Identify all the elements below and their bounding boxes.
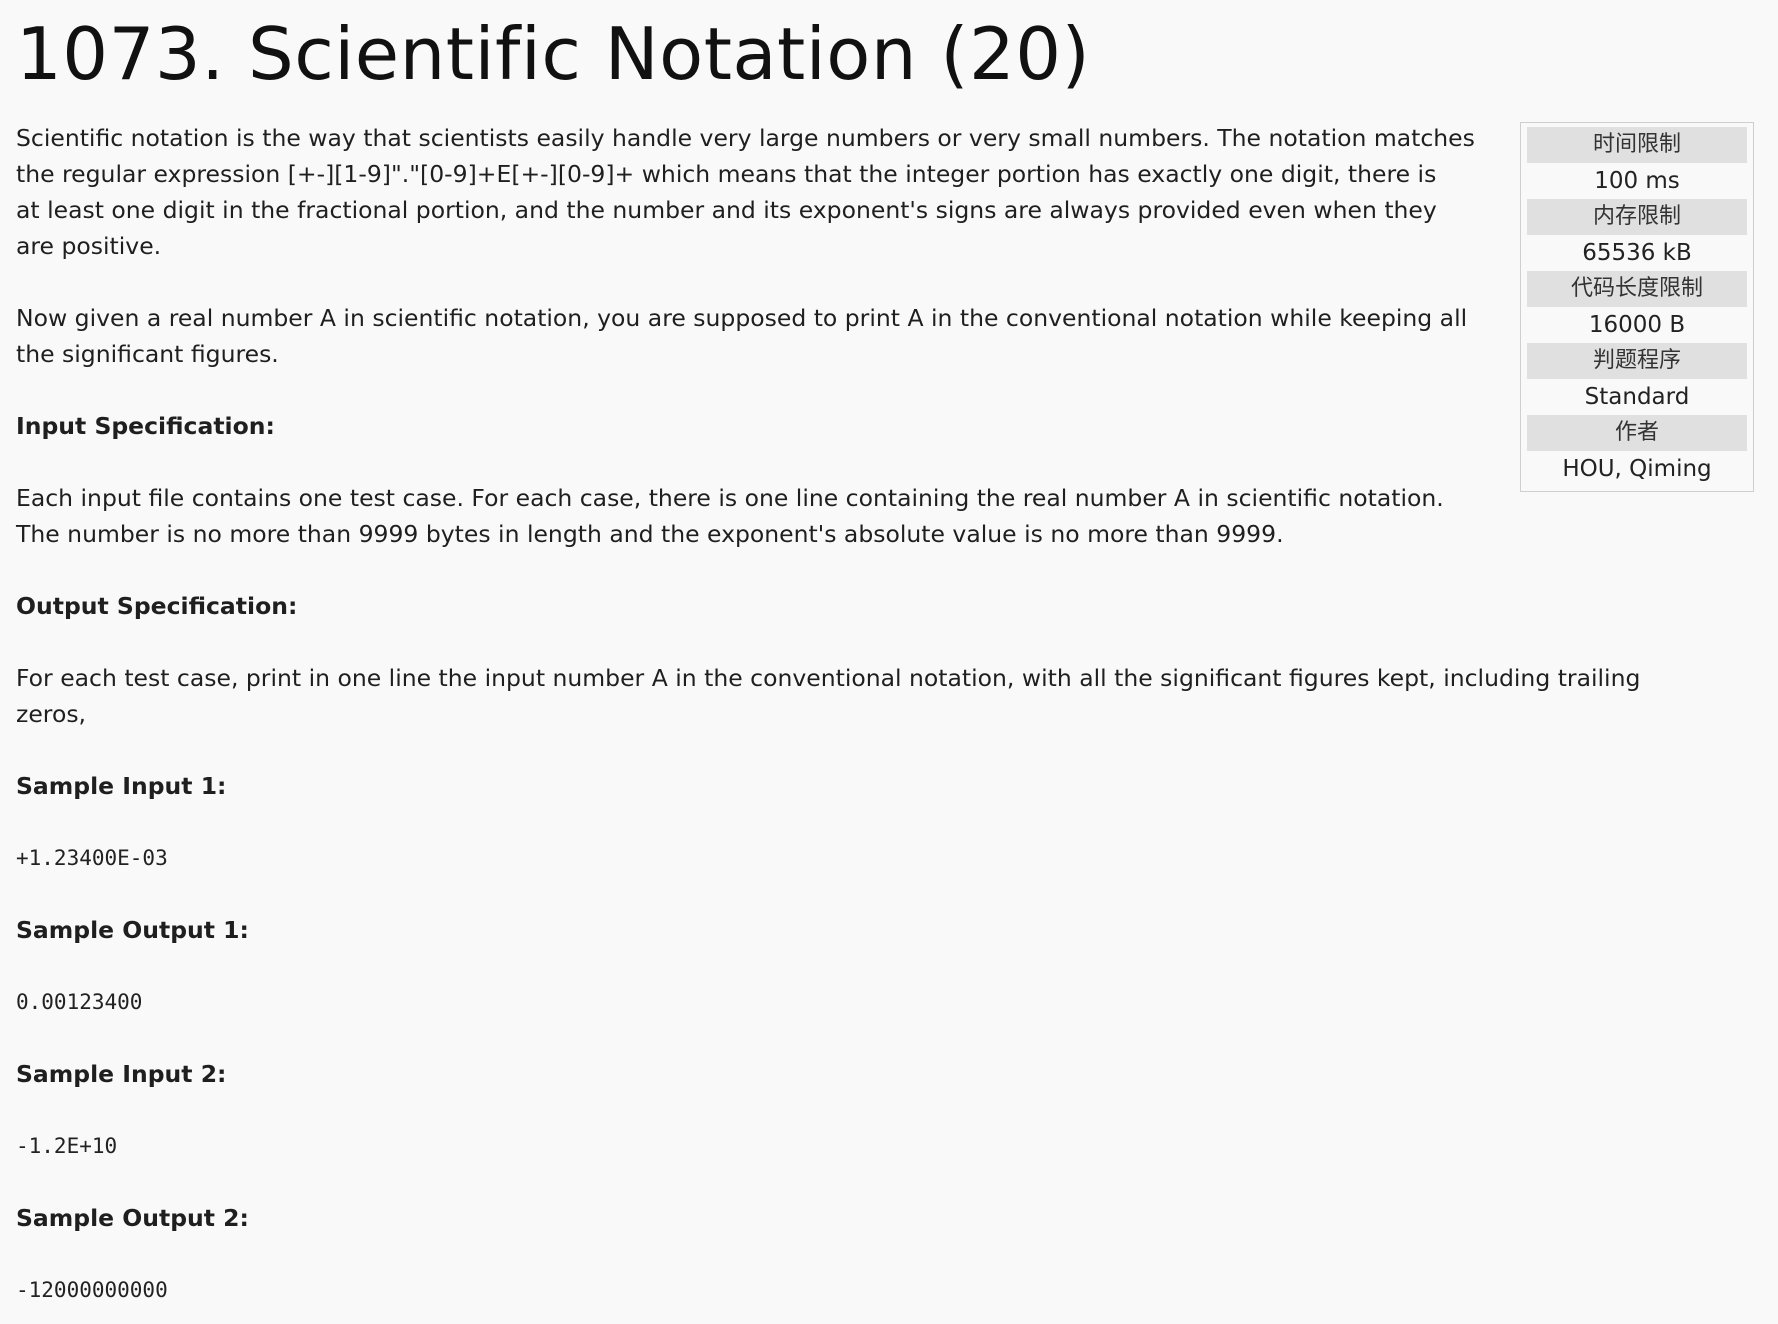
- sample-input-1-heading: Sample Input 1:: [16, 772, 227, 800]
- input-spec-heading: Input Specification:: [16, 412, 275, 440]
- sample-output-2-heading: Sample Output 2:: [16, 1204, 249, 1232]
- description-line: at least one digit in the fractional por…: [16, 196, 1437, 224]
- problem-content: Scientific notation is the way that scie…: [16, 120, 1640, 1308]
- judge-label: 判题程序: [1527, 343, 1747, 379]
- output-spec-line: For each test case, print in one line th…: [16, 664, 1641, 692]
- memory-limit-value: 65536 kB: [1582, 240, 1692, 266]
- description-line: Scientific notation is the way that scie…: [16, 124, 1475, 152]
- problem-page: 1073. Scientific Notation (20): [16, 0, 1756, 90]
- time-limit-value: 100 ms: [1594, 168, 1680, 194]
- time-limit-label: 时间限制: [1527, 127, 1747, 163]
- sample-output-1-code: 0.00123400: [16, 990, 143, 1014]
- page-title: 1073. Scientific Notation (20): [16, 12, 1091, 96]
- description-line: the regular expression [+-][1-9]"."[0-9]…: [16, 160, 1437, 188]
- judge-value: Standard: [1584, 384, 1690, 410]
- description-line: Now given a real number A in scientific …: [16, 304, 1468, 332]
- sample-output-1-heading: Sample Output 1:: [16, 916, 249, 944]
- sample-input-1-code: +1.23400E-03: [16, 846, 168, 870]
- code-length-limit-value: 16000 B: [1588, 312, 1686, 338]
- output-spec-line: zeros,: [16, 700, 87, 728]
- sample-input-2-code: -1.2E+10: [16, 1134, 118, 1158]
- author-label: 作者: [1527, 415, 1747, 451]
- description-line: the significant figures.: [16, 340, 279, 368]
- sample-input-2-heading: Sample Input 2:: [16, 1060, 227, 1088]
- input-spec-line: The number is no more than 9999 bytes in…: [16, 520, 1284, 548]
- code-length-limit-label: 代码长度限制: [1527, 271, 1747, 307]
- input-spec-line: Each input file contains one test case. …: [16, 484, 1444, 512]
- description-line: are positive.: [16, 232, 162, 260]
- limits-panel: 时间限制 100 ms 内存限制 65536 kB 代码长度限制 16000 B…: [1520, 122, 1754, 492]
- memory-limit-label: 内存限制: [1527, 199, 1747, 235]
- output-spec-heading: Output Specification:: [16, 592, 298, 620]
- sample-output-2-code: -12000000000: [16, 1278, 168, 1302]
- description: Scientific notation is the way that scie…: [16, 120, 1516, 372]
- author-value: HOU, Qiming: [1562, 456, 1712, 482]
